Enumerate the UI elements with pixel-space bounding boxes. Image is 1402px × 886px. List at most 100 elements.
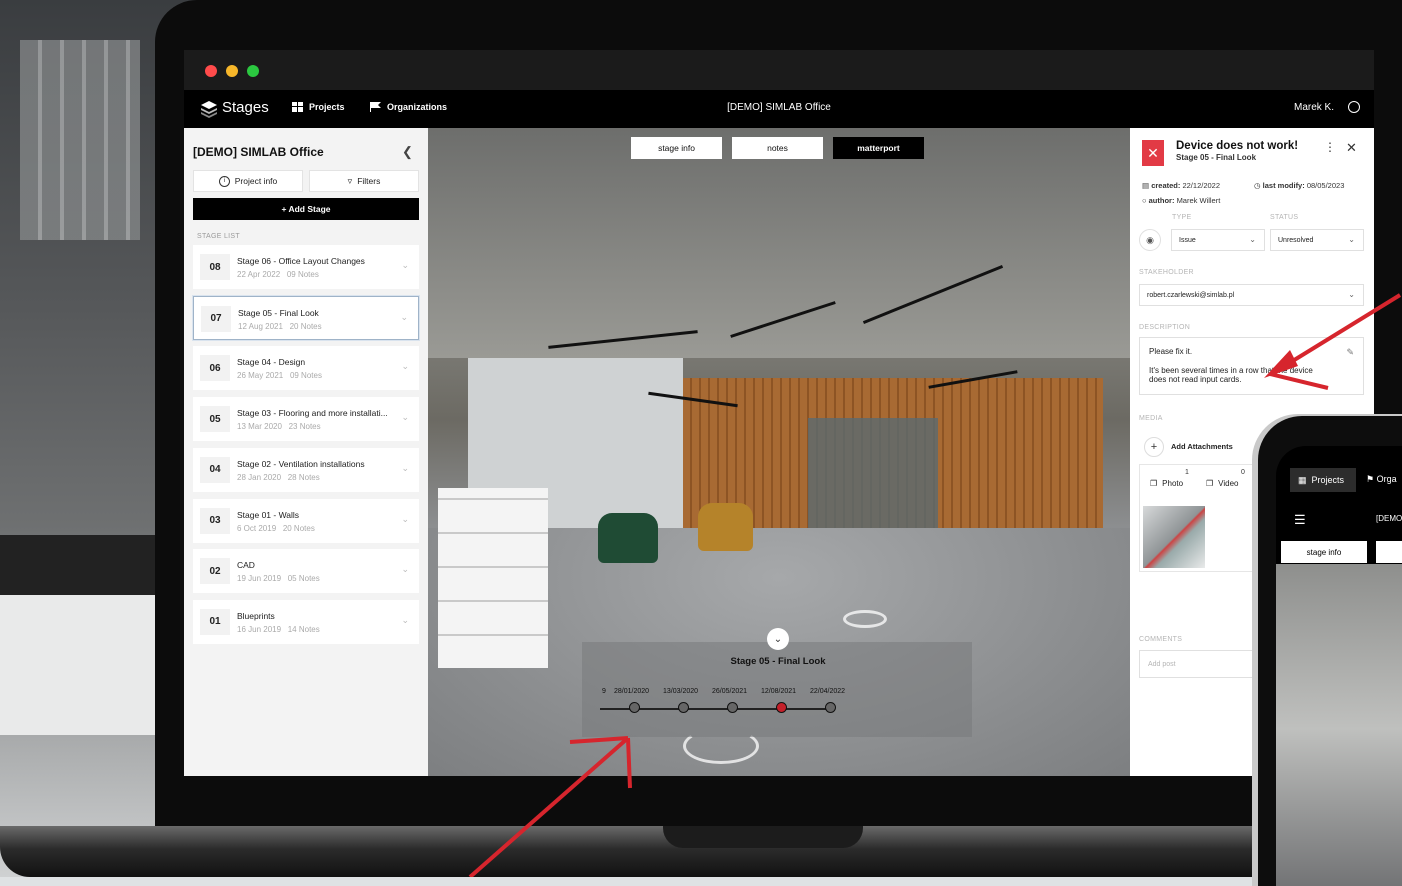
more-options-icon[interactable]: ⋮ (1324, 140, 1336, 154)
user-name[interactable]: Marek K. (1294, 102, 1334, 113)
stage-number: 03 (200, 507, 230, 534)
add-stage-button[interactable]: + Add Stage (193, 198, 419, 220)
person-icon: ○ (1142, 196, 1147, 205)
timeline-stage-point[interactable] (825, 702, 836, 713)
copy-icon: ❐ (1206, 479, 1214, 488)
chevron-down-icon[interactable]: ⌄ (401, 260, 409, 271)
timeline-stage-point[interactable] (776, 702, 787, 713)
phone-tab-notes[interactable] (1376, 541, 1402, 563)
created-date: ▤ created: 22/12/2022 (1142, 181, 1220, 190)
phone-viewer[interactable] (1276, 564, 1402, 886)
background-window (20, 40, 140, 240)
stage-item[interactable]: 04 Stage 02 - Ventilation installations 28… (193, 447, 419, 492)
stage-item[interactable]: 06 Stage 04 - Design 26 May 2021 09 Notes ⌄ (193, 346, 419, 391)
stage-notes-count: 05 Notes (287, 574, 320, 584)
timeline-date-label: 13/03/2020 (663, 688, 699, 695)
phone-nav-projects[interactable]: ▦ Projects (1290, 468, 1356, 492)
stage-notes-count: 20 Notes (282, 523, 315, 533)
chevron-down-icon[interactable]: ⌄ (401, 361, 409, 372)
type-value: Issue (1179, 236, 1196, 244)
maximize-window-button[interactable] (247, 65, 259, 77)
hamburger-menu-icon[interactable]: ☰ (1294, 512, 1306, 528)
laptop-screen: Stages Projects Organizations [DEMO] SIM… (184, 50, 1374, 776)
chevron-down-icon[interactable]: ⌄ (401, 463, 409, 474)
photo-thumbnail[interactable] (1143, 506, 1205, 568)
phone-nav-org-label: Orga (1376, 474, 1397, 484)
green-armchair (598, 513, 658, 563)
stage-date: 12 Aug 2021 (238, 321, 283, 331)
project-info-button[interactable]: i Project info (193, 170, 303, 192)
navigation-ring[interactable] (843, 610, 887, 628)
stage-number: 02 (200, 558, 230, 585)
stage-meta: 26 May 2021 09 Notes (237, 371, 322, 380)
sidebar-project-title: [DEMO] SIMLAB Office (193, 145, 324, 159)
stage-name: CAD (237, 560, 255, 571)
video-count: 0 (1241, 469, 1245, 476)
modified-label: last modify: (1262, 181, 1305, 190)
user-account-icon[interactable] (1348, 101, 1360, 113)
stage-item[interactable]: 01 Blueprints 16 Jun 2019 14 Notes ⌄ (193, 599, 419, 644)
timeline-stage-point[interactable] (629, 702, 640, 713)
photo-tab[interactable]: ❐ Photo (1150, 479, 1183, 488)
phone-nav-organizations[interactable]: ⚑ Orga (1366, 474, 1397, 485)
stage-notes-count: 20 Notes (289, 321, 322, 331)
flag-icon: ⚑ (1366, 474, 1375, 484)
close-panel-icon[interactable]: ✕ (1346, 140, 1357, 156)
timeline-stage-title: Stage 05 - Final Look (730, 656, 826, 667)
status-select[interactable]: Unresolved ⌄ (1270, 229, 1364, 251)
description-line-1: Please fix it. (1149, 347, 1193, 356)
stage-notes-count: 23 Notes (288, 422, 321, 432)
project-title-header: [DEMO] SIMLAB Office (727, 102, 831, 113)
location-pin-icon[interactable]: ◉ (1139, 229, 1161, 251)
stakeholder-label: STAKEHOLDER (1139, 269, 1194, 276)
clock-icon: ◷ (1254, 181, 1261, 190)
stage-number: 04 (200, 456, 230, 483)
stage-item[interactable]: 03 Stage 01 - Walls 6 Oct 2019 20 Notes ⌄ (193, 498, 419, 543)
annotation-arrow-timeline (468, 736, 632, 877)
stage-name: Stage 06 - Office Layout Changes (237, 256, 365, 266)
stage-date: 6 Oct 2019 (237, 523, 277, 533)
stage-item[interactable]: 07 Stage 05 - Final Look 12 Aug 2021 20 No… (193, 295, 419, 340)
stage-item[interactable]: 08 Stage 06 - Office Layout Changes 22 Apr… (193, 245, 419, 289)
timeline-toggle-chevron-down-icon[interactable]: ⌄ (767, 628, 789, 650)
phone-tab-stage-info[interactable]: stage info (1281, 541, 1367, 563)
stage-sidebar: [DEMO] SIMLAB Office ❮ i Project info ▿ … (184, 128, 428, 776)
add-attachment-icon[interactable]: + (1144, 437, 1164, 457)
minimize-window-button[interactable] (226, 65, 238, 77)
timeline-stage-point[interactable] (678, 702, 689, 713)
video-tab[interactable]: ❐ Video (1206, 479, 1239, 488)
matterport-viewer[interactable]: stage info notes matterport ⌄ Stage 05 -… (428, 128, 1130, 776)
timeline-stage-point[interactable] (727, 702, 738, 713)
photo-label: Photo (1162, 479, 1184, 488)
stage-item[interactable]: 02 CAD 19 Jun 2019 05 Notes ⌄ (193, 549, 419, 594)
white-shelf (438, 488, 548, 668)
type-select[interactable]: Issue ⌄ (1171, 229, 1265, 251)
tab-matterport[interactable]: matterport (833, 137, 924, 159)
info-icon: i (218, 175, 230, 187)
timeline-date-label: 28/01/2020 (614, 688, 650, 695)
filters-button[interactable]: ▿ Filters (309, 170, 419, 192)
stage-number: 06 (200, 355, 230, 382)
chevron-down-icon[interactable]: ⌄ (401, 514, 409, 525)
chevron-down-icon[interactable]: ⌄ (400, 312, 408, 323)
chevron-down-icon: ⌄ (1348, 235, 1355, 244)
tab-notes[interactable]: notes (732, 137, 823, 159)
note-title: Device does not work! (1176, 140, 1299, 152)
chevron-down-icon[interactable]: ⌄ (401, 615, 409, 626)
stage-name: Blueprints (237, 610, 275, 621)
collapse-sidebar-icon[interactable]: ❮ (402, 144, 413, 160)
stage-item[interactable]: 05 Stage 03 - Flooring and more installat… (193, 397, 419, 442)
chevron-down-icon[interactable]: ⌄ (401, 412, 409, 423)
status-value: Unresolved (1278, 236, 1314, 244)
close-window-button[interactable] (205, 65, 217, 77)
created-label: created: (1151, 181, 1181, 190)
description-label: DESCRIPTION (1139, 324, 1191, 331)
add-attachments-label[interactable]: Add Attachments (1171, 442, 1233, 451)
stage-name: Stage 04 - Design (237, 357, 306, 368)
tab-stage-info[interactable]: stage info (631, 137, 722, 159)
author: ○ author: Marek Willert (1142, 196, 1220, 205)
stage-number: 01 (200, 608, 230, 635)
stage-meta: 13 Mar 2020 23 Notes (237, 422, 321, 431)
chevron-down-icon[interactable]: ⌄ (401, 564, 409, 575)
copy-icon: ❐ (1150, 479, 1158, 488)
